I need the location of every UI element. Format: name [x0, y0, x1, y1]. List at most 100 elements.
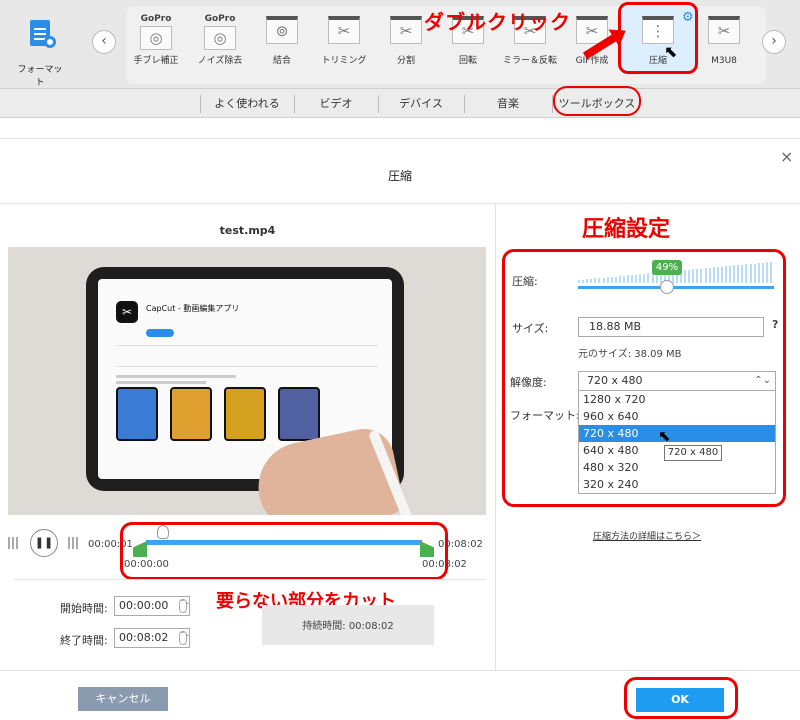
compression-bar [631, 275, 633, 283]
format-label: フォーマット: [510, 409, 580, 422]
divider [14, 579, 486, 580]
compression-bar [627, 275, 629, 283]
screenshot-thumb [116, 387, 158, 441]
compression-bar [692, 269, 694, 283]
chevron-updown-icon: ⌃⌄ [754, 375, 771, 386]
compression-bar [578, 280, 580, 283]
compression-bar [590, 279, 592, 283]
spinner-icon[interactable]: ⌃⌄ [179, 599, 190, 613]
spinner-icon[interactable]: ⌃⌄ [179, 631, 190, 645]
tool-label: M3U8 [711, 56, 737, 66]
compression-bar [611, 277, 613, 283]
start-time-input[interactable]: 00:00:00 ⌃⌄ [114, 596, 190, 616]
scroll-left-button[interactable]: ‹ [92, 30, 116, 54]
app-text-line [116, 375, 236, 378]
trim-icon: ✂ [328, 16, 360, 44]
compression-bar [721, 267, 723, 283]
resolution-option[interactable]: 960 x 640 [579, 408, 775, 425]
gopro-icon: GoPro [204, 14, 236, 24]
compression-bar [615, 277, 617, 283]
tab-popular[interactable]: よく使われる [200, 95, 294, 111]
toolbar: フォーマット ‹ GoPro ◎ 手ブレ補正 GoPro ◎ ノイズ除去 ⊚ 結… [0, 0, 800, 88]
compression-bar [623, 276, 625, 283]
gopro-icon: GoPro [140, 14, 172, 24]
end-time-label: 終了時間: [60, 634, 108, 647]
divider [495, 204, 496, 670]
resolution-option[interactable]: 1280 x 720 [579, 391, 775, 408]
compression-bar [607, 277, 609, 283]
compression-bar [754, 264, 756, 283]
tab-music[interactable]: 音楽 [464, 95, 552, 111]
capcut-logo: ✂ [116, 301, 138, 323]
tool-stabilize[interactable]: GoPro ◎ 手ブレ補正 [128, 10, 184, 76]
compression-slider[interactable] [578, 286, 774, 289]
dialog-title: 圧縮 [387, 169, 412, 183]
start-time-label: 開始時間: [60, 602, 108, 615]
tool-label: 手ブレ補正 [133, 56, 179, 66]
merge-icon: ⊚ [266, 16, 298, 44]
grip-icon[interactable] [68, 537, 80, 549]
mouse-cursor-icon: ⬉ [658, 427, 671, 445]
tab-video[interactable]: ビデオ [294, 95, 378, 111]
help-icon[interactable]: ? [772, 318, 778, 331]
compression-bar [705, 268, 707, 283]
tool-denoise[interactable]: GoPro ◎ ノイズ除去 [192, 10, 248, 76]
gear-icon [44, 36, 56, 48]
tool-label: GIF作成 [575, 56, 609, 66]
resolution-option[interactable]: 480 x 320 [579, 459, 775, 476]
grip-icon[interactable] [8, 537, 20, 549]
compression-bar [594, 278, 596, 283]
scroll-right-button[interactable]: › [762, 30, 786, 54]
compression-bar [647, 273, 649, 283]
compression-bar [688, 270, 690, 283]
size-label: サイズ: [512, 322, 549, 335]
tool-merge[interactable]: ⊚ 結合 [254, 10, 310, 76]
compression-bar [713, 267, 715, 283]
compression-percent: 49% [652, 260, 682, 275]
toolbox-highlight [553, 86, 641, 116]
pause-button[interactable]: ❚❚ [30, 529, 58, 557]
compression-bar [770, 262, 772, 283]
tool-m3u8[interactable]: ✂ M3U8 [696, 10, 752, 76]
app-button [146, 329, 174, 337]
close-icon[interactable]: × [780, 147, 793, 166]
settings-gear-icon[interactable]: ⚙ [682, 10, 694, 25]
size-input[interactable]: 18.88 MB [578, 317, 764, 337]
end-time-value: 00:08:02 [119, 631, 169, 644]
m3u8-icon: ✂ [708, 16, 740, 44]
compression-bar [639, 274, 641, 283]
tab-device[interactable]: デバイス [378, 95, 464, 111]
category-tabs: よく使われる ビデオ デバイス 音楽 ツールボックス [0, 88, 800, 118]
compression-bar [619, 276, 621, 283]
app-info-row [116, 345, 378, 367]
compression-bar [582, 280, 584, 283]
end-time-input[interactable]: 00:08:02 ⌃⌄ [114, 628, 190, 648]
camera-icon: ◎ [140, 26, 172, 50]
tool-label: 圧縮 [648, 56, 667, 66]
compression-bar [741, 265, 743, 283]
ok-highlight [624, 677, 738, 719]
tool-compress[interactable]: ⋮ 圧縮 [630, 10, 686, 76]
compression-slider-knob[interactable] [660, 280, 674, 294]
compression-bar [709, 268, 711, 283]
compression-bar [717, 267, 719, 283]
camera-icon: ◎ [204, 26, 236, 50]
compression-bar [643, 274, 645, 283]
cancel-button[interactable]: キャンセル [78, 687, 168, 711]
screenshot-thumb [278, 387, 320, 441]
screenshot-thumb [170, 387, 212, 441]
file-name: test.mp4 [219, 224, 276, 237]
mouse-cursor-icon: ⬉ [664, 42, 678, 61]
app-text-line [116, 381, 206, 384]
duration-box: 持続時間: 00:08:02 [262, 605, 434, 645]
resolution-select[interactable]: 720 x 480 ⌃⌄ [578, 371, 776, 391]
compression-bar [733, 265, 735, 283]
tool-trim[interactable]: ✂ トリミング [316, 10, 372, 76]
compress-help-link[interactable]: 圧縮方法の詳細はこちら＞ [593, 529, 701, 542]
resolution-option[interactable]: 320 x 240 [579, 476, 775, 493]
format-button[interactable]: フォーマット [14, 14, 66, 88]
compression-bar [745, 264, 747, 283]
resolution-option-selected[interactable]: 720 x 480 [579, 425, 775, 442]
app-title: CapCut - 動画編集アプリ [146, 304, 240, 313]
resolution-label: 解像度: [510, 376, 547, 389]
